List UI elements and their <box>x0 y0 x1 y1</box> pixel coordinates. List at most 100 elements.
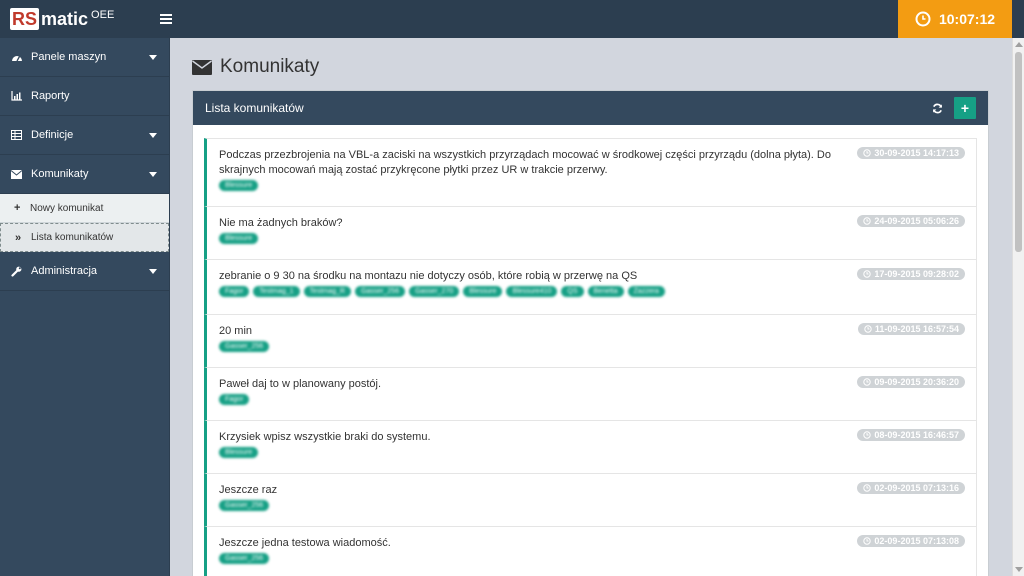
message-text: Nie ma żadnych braków? <box>219 217 343 229</box>
machine-tag: Fagor <box>219 286 250 297</box>
sidebar-item-label: Definicje <box>31 129 74 141</box>
wrench-icon <box>11 266 31 277</box>
bar-chart-icon <box>11 91 31 101</box>
message-date-text: 30-09-2015 14:17:13 <box>874 148 959 158</box>
add-message-button[interactable]: + <box>954 97 976 119</box>
sidebar: Panele maszyn Raporty Definicje Komunika… <box>0 38 170 576</box>
message-tags: Gasser_256 <box>219 341 856 352</box>
message-date-badge: 17-09-2015 09:28:02 <box>857 268 965 280</box>
message-date-text: 02-09-2015 07:13:16 <box>874 483 959 493</box>
top-bar: RS matic OEE 10:07:12 <box>0 0 1024 38</box>
clock-icon <box>863 484 872 492</box>
sidebar-item-label: Raporty <box>31 90 70 102</box>
machine-tag: Gasser_256 <box>219 341 270 352</box>
clock-icon <box>863 378 872 386</box>
scroll-down-icon[interactable] <box>1015 567 1023 572</box>
message-item[interactable]: Podczas przezbrojenia na VBL-a zaciski n… <box>204 138 977 207</box>
machine-tag: Fagor <box>219 394 250 405</box>
caret-down-icon <box>149 54 157 60</box>
clock-icon <box>863 537 872 545</box>
clock-icon <box>915 11 931 27</box>
message-date-text: 08-09-2015 16:46:57 <box>874 430 959 440</box>
message-text: Jeszcze jedna testowa wiadomość. <box>219 537 391 549</box>
message-item[interactable]: Jeszcze jedna testowa wiadomość. Gasser_2… <box>204 527 977 576</box>
page-title-text: Komunikaty <box>220 56 320 77</box>
sidebar-subitem-label: Nowy komunikat <box>30 202 104 214</box>
plus-icon: + <box>960 100 970 116</box>
message-item[interactable]: zebranie o 9 30 na środku na montazu nie… <box>204 260 977 315</box>
message-tags: Gasser_256 <box>219 500 856 511</box>
caret-down-icon <box>149 132 157 138</box>
sidebar-item-administracja[interactable]: Administracja <box>0 252 169 291</box>
clock: 10:07:12 <box>898 0 1012 38</box>
message-item[interactable]: Nie ma żadnych braków? Blessure 24-09-2015… <box>204 207 977 260</box>
message-date-badge: 02-09-2015 07:13:16 <box>857 482 965 494</box>
sidebar-item-panele-maszyn[interactable]: Panele maszyn <box>0 38 169 77</box>
sidebar-item-definicje[interactable]: Definicje <box>0 116 169 155</box>
clock-icon <box>863 431 872 439</box>
message-date-text: 02-09-2015 07:13:08 <box>874 536 959 546</box>
logo-matic: matic <box>41 8 89 29</box>
envelope-icon <box>192 59 212 75</box>
sidebar-subitem-nowy-komunikat[interactable]: + Nowy komunikat <box>0 194 169 223</box>
machine-tag: Blessure410 <box>506 286 558 297</box>
message-tags: Blessure <box>219 180 856 191</box>
message-date-badge: 11-09-2015 16:57:54 <box>857 323 965 335</box>
message-text: zebranie o 9 30 na środku na montazu nie… <box>219 270 638 282</box>
refresh-icon <box>932 103 942 113</box>
dashboard-icon <box>11 52 31 62</box>
sidebar-subitem-lista-komunikatow[interactable]: » Lista komunikatów <box>0 223 169 252</box>
machine-tag: Blessure <box>219 180 259 191</box>
logo-oee: OEE <box>91 9 115 21</box>
menu-toggle-icon[interactable] <box>160 10 172 28</box>
box-header: Lista komunikatów + <box>193 91 988 125</box>
machine-tag: QS <box>561 286 584 297</box>
machine-tag: Blessure <box>219 233 259 244</box>
scroll-thumb[interactable] <box>1015 52 1022 252</box>
messages-box: Lista komunikatów + Podczas przezbrojeni… <box>192 90 989 576</box>
sidebar-item-raporty[interactable]: Raporty <box>0 77 169 116</box>
app-logo[interactable]: RS matic OEE <box>0 0 170 38</box>
machine-tag: Zazzera <box>627 286 665 297</box>
clock-icon <box>863 217 872 225</box>
refresh-button[interactable] <box>928 99 946 117</box>
message-item[interactable]: Jeszcze raz Gasser_256 02-09-2015 07:13:16 <box>204 474 977 527</box>
machine-tag: Gasser_270 <box>409 286 460 297</box>
page-scrollbar[interactable] <box>1012 38 1024 576</box>
machine-tag: Blessure <box>463 286 503 297</box>
message-tags: Fagor <box>219 394 856 405</box>
message-list: Podczas przezbrojenia na VBL-a zaciski n… <box>204 138 977 576</box>
table-icon <box>11 130 31 140</box>
clock-time: 10:07:12 <box>938 11 996 27</box>
message-text: Paweł daj to w planowany postój. <box>219 378 382 390</box>
message-tags: Blessure <box>219 447 856 458</box>
envelope-icon <box>11 169 31 179</box>
machine-tag: Gasser_256 <box>354 286 406 297</box>
sidebar-item-komunikaty[interactable]: Komunikaty <box>0 155 169 194</box>
sidebar-item-label: Administracja <box>31 265 98 277</box>
message-item[interactable]: Paweł daj to w planowany postój. Fagor 09-… <box>204 368 977 421</box>
message-date-badge: 02-09-2015 07:13:08 <box>857 535 965 547</box>
sidebar-item-label: Komunikaty <box>31 168 89 180</box>
message-text: 20 min <box>219 325 253 337</box>
message-item[interactable]: Krzysiek wpisz wszystkie braki do system… <box>204 421 977 474</box>
machine-tag: Gasser_256 <box>219 553 270 564</box>
message-date-badge: 24-09-2015 05:06:26 <box>857 215 965 227</box>
message-date-badge: 09-09-2015 20:36:20 <box>857 376 965 388</box>
message-tags: Blessure <box>219 233 856 244</box>
logo-rs: RS <box>10 8 40 30</box>
box-title: Lista komunikatów <box>205 101 304 115</box>
message-date-text: 17-09-2015 09:28:02 <box>874 269 959 279</box>
message-text: Krzysiek wpisz wszystkie braki do system… <box>219 431 431 443</box>
message-date-text: 24-09-2015 05:06:26 <box>874 216 959 226</box>
message-date-text: 09-09-2015 20:36:20 <box>874 377 959 387</box>
scroll-up-icon[interactable] <box>1015 42 1023 47</box>
message-text: Podczas przezbrojenia na VBL-a zaciski n… <box>219 149 831 176</box>
message-text: Jeszcze raz <box>219 484 278 496</box>
clock-icon <box>864 325 872 333</box>
page-title: Komunikaty <box>192 56 319 78</box>
machine-tag: Testmag_R <box>303 286 351 297</box>
message-tags: Fagor Testmag_1 Testmag_R Gasser_256 Gasser_… <box>219 286 856 297</box>
message-item[interactable]: 20 min Gasser_256 11-09-2015 16:57:54 <box>204 315 977 368</box>
plus-icon: + <box>14 202 21 214</box>
